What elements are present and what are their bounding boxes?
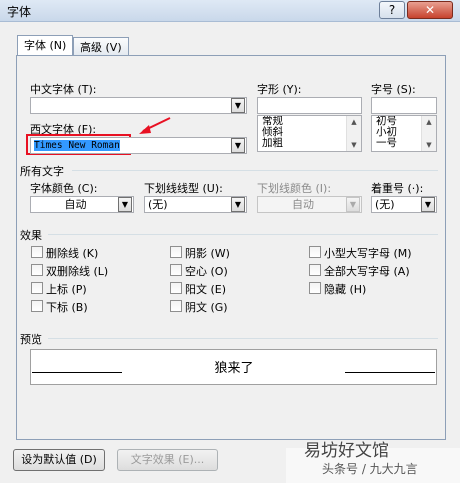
subscript-label: 下标 (B): [46, 301, 88, 314]
small-caps-label: 小型大写字母 (M): [324, 247, 412, 260]
chinese-font-dropdown[interactable]: [30, 97, 247, 114]
divider: [48, 338, 438, 339]
font-color-value: 自动: [64, 198, 87, 211]
divider: [48, 234, 438, 235]
shadow-label: 阴影 (W): [185, 247, 230, 260]
style-scrollbar[interactable]: ▲ ▼: [346, 116, 361, 151]
superscript-label: 上标 (P): [46, 283, 87, 296]
double-strikethrough-label: 双删除线 (L): [46, 265, 109, 278]
font-color-label: 字体颜色 (C):: [30, 182, 98, 195]
underline-color-label: 下划线颜色 (I):: [257, 182, 332, 195]
size-label: 字号 (S):: [371, 83, 416, 96]
size-scrollbar[interactable]: ▲ ▼: [421, 116, 436, 151]
emphasis-value: (无): [375, 198, 395, 211]
emboss-checkbox[interactable]: [170, 282, 182, 294]
hidden-checkbox[interactable]: [309, 282, 321, 294]
style-input[interactable]: [257, 97, 362, 114]
scroll-down-icon[interactable]: ▼: [422, 139, 436, 151]
chevron-down-icon[interactable]: ▼: [118, 197, 132, 212]
chevron-down-icon[interactable]: ▼: [231, 138, 245, 153]
all-caps-label: 全部大写字母 (A): [324, 265, 410, 278]
preview-baseline-right: [345, 372, 435, 373]
superscript-checkbox[interactable]: [31, 282, 43, 294]
preview-sample-text: 狼来了: [214, 361, 254, 376]
all-caps-checkbox[interactable]: [309, 264, 321, 276]
chevron-down-icon: ▼: [346, 197, 360, 212]
set-default-button[interactable]: 设为默认值 (D): [13, 449, 105, 471]
chevron-down-icon[interactable]: ▼: [231, 197, 245, 212]
help-button[interactable]: ?: [379, 1, 405, 19]
outline-label: 空心 (O): [185, 265, 228, 278]
watermark-text: 头条号 / 九大九言: [322, 462, 418, 476]
preview-baseline-left: [32, 372, 122, 373]
preview-section-label: 预览: [20, 333, 42, 346]
style-label: 字形 (Y):: [257, 83, 302, 96]
double-strikethrough-checkbox[interactable]: [31, 264, 43, 276]
underline-type-label: 下划线线型 (U):: [144, 182, 223, 195]
help-icon: ?: [388, 3, 396, 17]
scroll-down-icon[interactable]: ▼: [347, 139, 361, 151]
text-effects-button: 文字效果 (E)...: [117, 449, 218, 471]
western-font-value: Times New Roman: [34, 140, 120, 151]
scroll-up-icon[interactable]: ▲: [422, 116, 436, 128]
outline-checkbox[interactable]: [170, 264, 182, 276]
chinese-font-label: 中文字体 (T):: [30, 83, 97, 96]
underline-color-value: 自动: [292, 198, 314, 211]
chevron-down-icon[interactable]: ▼: [421, 197, 435, 212]
chevron-down-icon[interactable]: ▼: [231, 98, 245, 113]
strikethrough-label: 删除线 (K): [46, 247, 99, 260]
window-title: 字体: [7, 5, 32, 19]
all-text-section-label: 所有文字: [20, 165, 64, 178]
shadow-checkbox[interactable]: [170, 246, 182, 258]
watermark-logo: 易坊好文馆: [304, 441, 389, 461]
tab-font[interactable]: 字体 (N): [17, 35, 74, 57]
size-input[interactable]: [371, 97, 437, 114]
tab-advanced[interactable]: 高级 (V): [73, 37, 129, 57]
emboss-label: 阳文 (E): [185, 283, 227, 296]
western-font-dropdown[interactable]: Times New Roman: [30, 137, 247, 154]
scroll-up-icon[interactable]: ▲: [347, 116, 361, 128]
divider: [72, 170, 438, 171]
arrow-annotation-icon: [139, 117, 171, 134]
effects-section-label: 效果: [20, 229, 42, 242]
emphasis-label: 着重号 (·):: [371, 182, 424, 195]
engrave-label: 阴文 (G): [185, 301, 228, 314]
engrave-checkbox[interactable]: [170, 300, 182, 312]
underline-type-value: (无): [148, 198, 168, 211]
hidden-label: 隐藏 (H): [324, 283, 367, 296]
small-caps-checkbox[interactable]: [309, 246, 321, 258]
strikethrough-checkbox[interactable]: [31, 246, 43, 258]
close-icon: ✕: [424, 3, 436, 17]
close-button[interactable]: ✕: [407, 1, 453, 19]
subscript-checkbox[interactable]: [31, 300, 43, 312]
